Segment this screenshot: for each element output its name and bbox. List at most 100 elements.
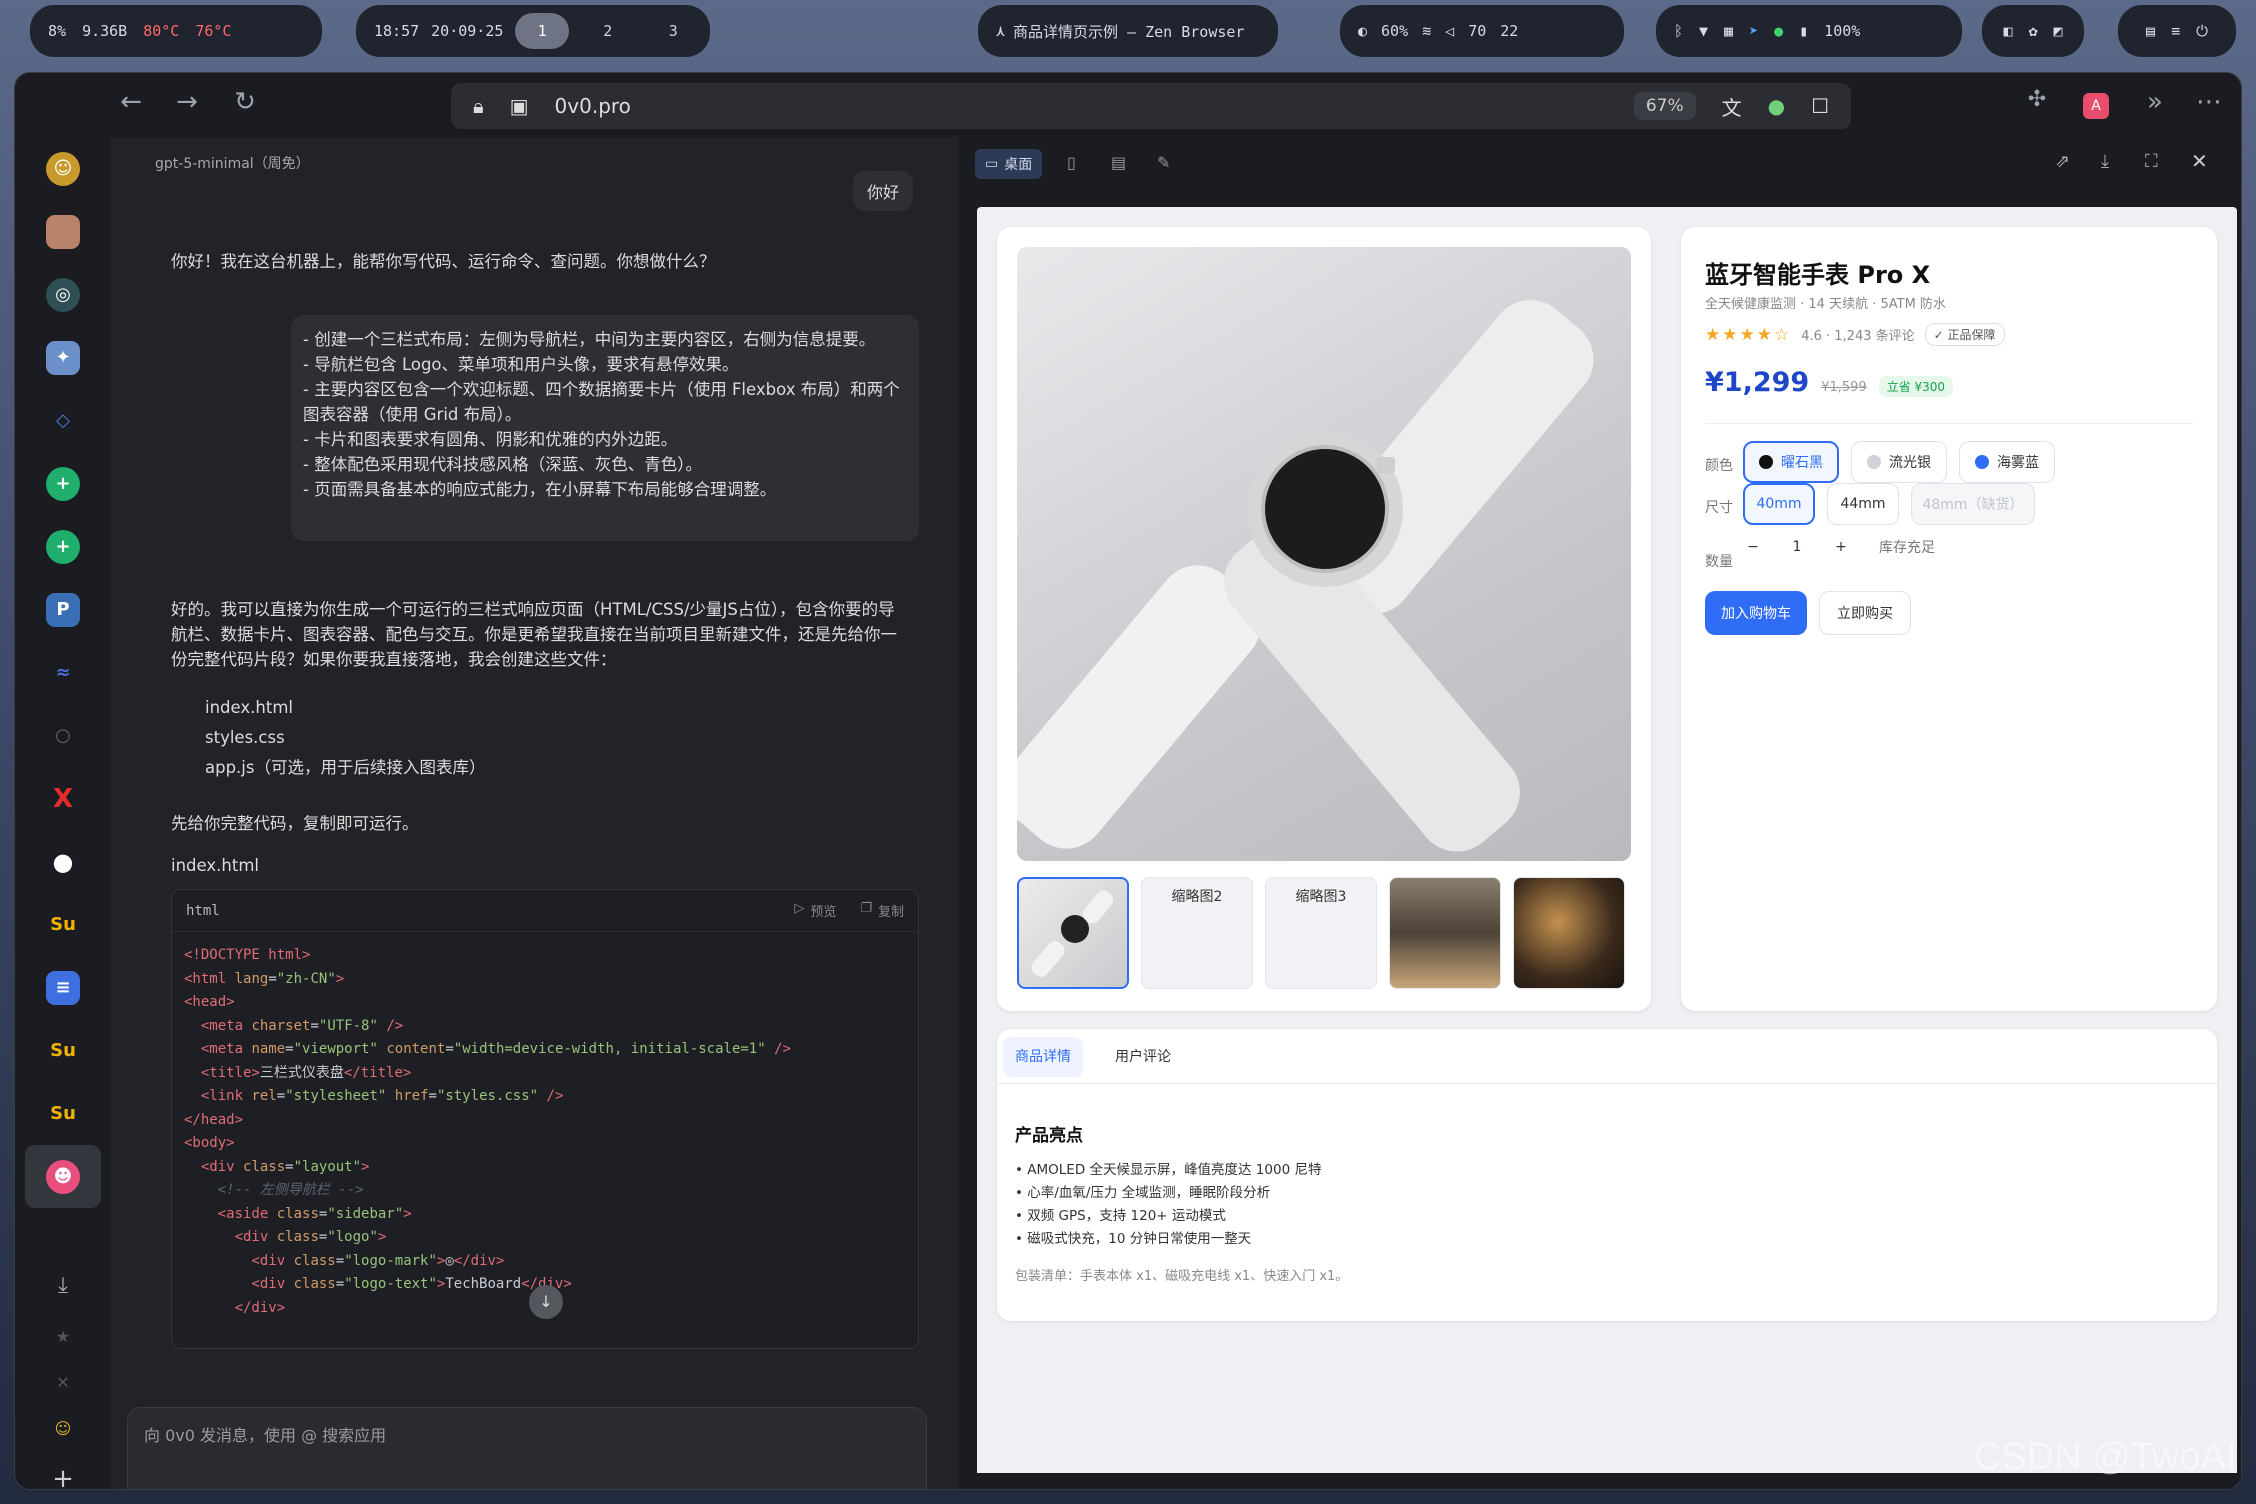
wechat-icon[interactable]: ● bbox=[1774, 22, 1783, 40]
app-ring-icon[interactable]: ◎ bbox=[15, 263, 111, 326]
code-copy-button[interactable]: 复制 bbox=[878, 901, 904, 920]
tray-pill: ◐ 60% ≋ ◁ 70 22 bbox=[1340, 5, 1624, 57]
buy-now-button[interactable]: 立即购买 bbox=[1819, 591, 1911, 635]
url-bar[interactable]: 🔒︎ ▣ 0v0.pro 67% 文 ● ☐ bbox=[451, 83, 1851, 129]
thumbnail-3[interactable]: 缩略图3 bbox=[1265, 877, 1377, 989]
extensions-icon[interactable]: ✣ bbox=[2017, 87, 2057, 112]
size-option-40[interactable]: 40mm bbox=[1743, 483, 1815, 525]
workspace-2[interactable]: 2 bbox=[581, 13, 635, 49]
power-icon[interactable]: ⏻ bbox=[2196, 22, 2208, 40]
app-green-plus2-icon[interactable]: + bbox=[15, 515, 111, 578]
translate-icon[interactable]: 文 bbox=[1722, 92, 1742, 121]
workspace-1[interactable]: 1 bbox=[515, 13, 569, 49]
tile-icon[interactable]: ◩ bbox=[2054, 22, 2063, 40]
thumbnail-5[interactable] bbox=[1513, 877, 1625, 989]
grid-tray-icon[interactable]: ▦ bbox=[1724, 22, 1733, 40]
github-icon[interactable]: ● bbox=[15, 830, 111, 893]
preview-panel: ▭ 桌面 ▯ ▤ ✎ ⇗ ⤓ ⛶ ✕ 缩略图2 缩略图3 蓝牙智能手表 Pro X bbox=[959, 137, 2241, 1489]
desktop-icon: ▭ bbox=[985, 156, 999, 172]
copy-icon[interactable]: ❐ bbox=[860, 901, 872, 920]
app-stack-icon[interactable]: ◇ bbox=[15, 389, 111, 452]
thumbnail-2[interactable]: 缩略图2 bbox=[1141, 877, 1253, 989]
mobile-view-icon[interactable]: ▯ bbox=[1067, 153, 1076, 172]
menu-icon[interactable]: ≡ bbox=[2171, 22, 2180, 40]
smiley-icon[interactable]: ☺ bbox=[15, 137, 111, 200]
clock-pill: 18:57 20·09·25 1 2 3 bbox=[356, 5, 710, 57]
rating-text[interactable]: 4.6 · 1,243 条评论 bbox=[1801, 325, 1914, 344]
page-info-icon[interactable]: ▣ bbox=[510, 94, 529, 118]
wifi-tray-icon[interactable]: ▼ bbox=[1699, 22, 1708, 40]
overflow-icon[interactable]: » bbox=[2135, 87, 2175, 117]
composer-input[interactable]: 向 0v0 发消息，使用 @ 搜索应用 bbox=[144, 1422, 386, 1446]
star-icon[interactable]: ★ bbox=[15, 1313, 111, 1359]
app-su3-icon[interactable]: Su bbox=[15, 1082, 111, 1145]
emoji-icon[interactable]: ☺ bbox=[15, 1405, 111, 1451]
app-avatar-icon[interactable]: ☻ bbox=[25, 1145, 101, 1208]
add-to-cart-button[interactable]: 加入购物车 bbox=[1705, 591, 1807, 635]
preview-icon[interactable]: ▷ bbox=[794, 901, 804, 920]
edit-icon[interactable]: ✎ bbox=[1157, 153, 1170, 172]
app-su-icon[interactable]: Su bbox=[15, 893, 111, 956]
browser-toolbar: ← → ↻ 🔒︎ ▣ 0v0.pro 67% 文 ● ☐ ✣ A » ⋯ bbox=[15, 73, 2241, 137]
open-external-icon[interactable]: ⇗ bbox=[2055, 151, 2070, 172]
color-option-obsidian[interactable]: 曜石黑 bbox=[1743, 441, 1839, 483]
extension-globe-icon[interactable]: ● bbox=[1768, 94, 1785, 118]
thumbnail-4[interactable] bbox=[1389, 877, 1501, 989]
window-title-pill: ⋏ 商品详情页示例 — Zen Browser bbox=[978, 5, 1278, 57]
plus-icon[interactable]: + bbox=[15, 1451, 111, 1489]
tab-details[interactable]: 商品详情 bbox=[1003, 1037, 1083, 1077]
thumbnail-1[interactable] bbox=[1017, 877, 1129, 989]
thumb-watch-icon bbox=[1031, 890, 1114, 977]
translate-ext-icon[interactable]: A bbox=[2083, 93, 2109, 119]
close-preview-icon[interactable]: ✕ bbox=[2191, 149, 2208, 173]
desktop-view-button[interactable]: ▭ 桌面 bbox=[975, 149, 1043, 179]
workspace-3[interactable]: 3 bbox=[646, 13, 700, 49]
app-python-icon[interactable]: P bbox=[15, 578, 111, 641]
tab-reviews[interactable]: 用户评论 bbox=[1103, 1037, 1183, 1077]
qty-increment-button[interactable]: + bbox=[1831, 539, 1851, 555]
mic-value: 22 bbox=[1500, 22, 1519, 40]
layout-icon[interactable]: ◧ bbox=[2003, 22, 2012, 40]
bug-icon[interactable]: ✕ bbox=[15, 1359, 111, 1405]
download-icon[interactable]: ⤓ bbox=[15, 1257, 111, 1313]
reload-icon[interactable]: ↻ bbox=[225, 87, 265, 117]
more-icon[interactable]: ⋯ bbox=[2189, 87, 2229, 117]
send-tray-icon[interactable]: ➤ bbox=[1749, 22, 1758, 40]
size-option-44[interactable]: 44mm bbox=[1827, 483, 1899, 525]
request-line: - 卡片和图表要求有圆角、阴影和优雅的内外边距。 bbox=[303, 430, 678, 449]
bookmark-icon[interactable]: ☐ bbox=[1811, 94, 1829, 118]
wifi-icon[interactable]: ≋ bbox=[1422, 22, 1431, 40]
back-icon[interactable]: ← bbox=[111, 87, 151, 117]
app-green-plus-icon[interactable]: + bbox=[15, 452, 111, 515]
lock-icon[interactable]: 🔒︎ bbox=[473, 94, 484, 118]
url-text[interactable]: 0v0.pro bbox=[555, 94, 631, 118]
app-su2-icon[interactable]: Su bbox=[15, 1019, 111, 1082]
tablet-view-icon[interactable]: ▤ bbox=[1111, 153, 1126, 172]
product-main-image[interactable] bbox=[1017, 247, 1631, 861]
zoom-indicator[interactable]: 67% bbox=[1633, 92, 1696, 120]
app-swift-icon[interactable]: ≈ bbox=[15, 641, 111, 704]
browser-window: ← → ↻ 🔒︎ ▣ 0v0.pro 67% 文 ● ☐ ✣ A » ⋯ ☺ ◎… bbox=[14, 72, 2242, 1490]
qty-input[interactable]: 1 bbox=[1783, 539, 1811, 555]
volume-icon[interactable]: ◁ bbox=[1445, 22, 1454, 40]
forward-icon[interactable]: → bbox=[167, 87, 207, 117]
x-icon[interactable]: X bbox=[15, 767, 111, 830]
color-option-silver[interactable]: 流光银 bbox=[1851, 441, 1947, 483]
download-preview-icon[interactable]: ⤓ bbox=[2101, 151, 2109, 172]
qty-decrement-button[interactable]: − bbox=[1743, 539, 1763, 555]
fullscreen-icon[interactable]: ⛶ bbox=[2145, 151, 2158, 172]
composer[interactable]: 向 0v0 发消息，使用 @ 搜索应用 + ⊕搜索 ⊞工具 ➤ bbox=[127, 1407, 927, 1489]
scroll-down-icon[interactable]: ↓ bbox=[529, 1285, 563, 1319]
palette-icon[interactable]: ✿ bbox=[2028, 22, 2037, 40]
bluetooth-icon[interactable]: ᛒ bbox=[1674, 22, 1683, 40]
app-blue-icon[interactable]: ✦ bbox=[15, 326, 111, 389]
docs-icon[interactable]: ≡ bbox=[15, 956, 111, 1019]
color-options: 曜石黑 流光银 海雾蓝 bbox=[1743, 441, 2055, 483]
app-circle-icon[interactable]: ○ bbox=[15, 704, 111, 767]
code-preview-button[interactable]: 预览 bbox=[810, 901, 836, 920]
files-icon[interactable]: ▤ bbox=[2146, 22, 2155, 40]
brightness-icon[interactable]: ◐ bbox=[1358, 22, 1367, 40]
app-brown-icon[interactable] bbox=[15, 200, 111, 263]
color-option-blue[interactable]: 海雾蓝 bbox=[1959, 441, 2055, 483]
model-label[interactable]: gpt-5-minimal（周免） bbox=[155, 153, 310, 173]
